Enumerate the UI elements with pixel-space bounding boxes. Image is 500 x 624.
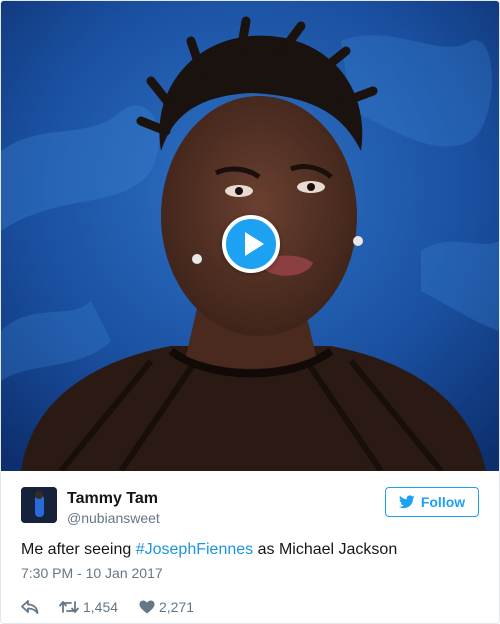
twitter-bird-icon bbox=[398, 495, 415, 509]
heart-icon bbox=[139, 600, 155, 614]
avatar[interactable] bbox=[21, 487, 57, 523]
hashtag-link[interactable]: #JosephFiennes bbox=[136, 541, 253, 558]
tweet-timestamp[interactable]: 7:30 PM - 10 Jan 2017 bbox=[21, 565, 479, 581]
retweet-button[interactable]: 1,454 bbox=[59, 599, 139, 615]
tweet-text-before: Me after seeing bbox=[21, 541, 136, 558]
tweet-actions: 1,454 2,271 bbox=[21, 597, 479, 617]
like-count: 2,271 bbox=[159, 599, 195, 615]
tweet-author: Tammy Tam @nubiansweet Follow bbox=[21, 471, 479, 531]
embedded-tweet: Tammy Tam @nubiansweet Follow Me after s… bbox=[0, 0, 500, 624]
follow-button[interactable]: Follow bbox=[385, 487, 479, 517]
play-icon bbox=[245, 232, 264, 256]
tweet-text-after: as Michael Jackson bbox=[253, 541, 398, 558]
retweet-count: 1,454 bbox=[83, 599, 119, 615]
tweet-media[interactable] bbox=[1, 1, 499, 471]
reply-icon bbox=[21, 600, 39, 614]
reply-button[interactable] bbox=[21, 600, 59, 614]
author-screen-name[interactable]: @nubiansweet bbox=[67, 510, 160, 526]
play-button[interactable] bbox=[222, 215, 280, 273]
tweet-text: Me after seeing #JosephFiennes as Michae… bbox=[21, 539, 479, 561]
like-button[interactable]: 2,271 bbox=[139, 599, 194, 615]
author-display-name[interactable]: Tammy Tam bbox=[67, 490, 158, 508]
retweet-icon bbox=[59, 601, 79, 613]
follow-label: Follow bbox=[420, 494, 466, 510]
